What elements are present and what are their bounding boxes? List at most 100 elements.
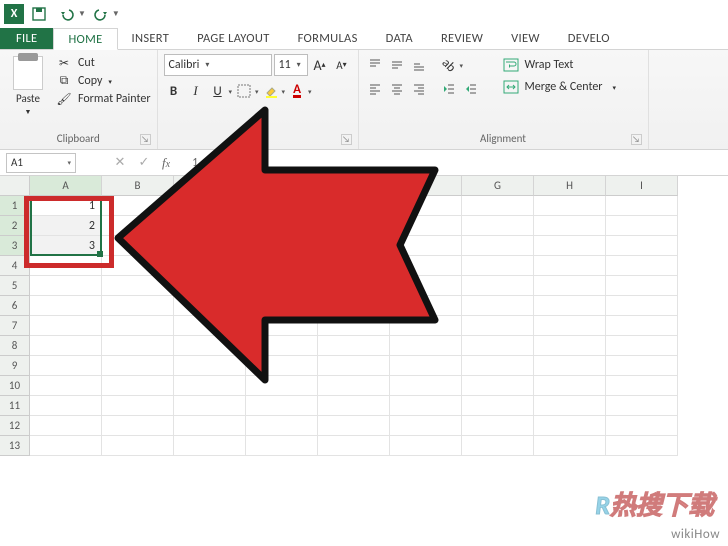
qat-customize-icon[interactable]: ▼ <box>112 9 120 19</box>
underline-button[interactable]: U <box>208 80 228 102</box>
tab-view[interactable]: VIEW <box>497 28 554 49</box>
fill-dropdown-icon[interactable]: ▾ <box>282 87 286 96</box>
align-center-button[interactable] <box>387 78 407 100</box>
row-header-6[interactable]: 6 <box>0 296 30 316</box>
row-header-2[interactable]: 2 <box>0 216 30 236</box>
wrap-text-button[interactable]: Wrap Text <box>497 54 623 76</box>
align-bottom-button[interactable] <box>409 54 429 76</box>
cell-A7[interactable] <box>30 316 102 336</box>
cell-H2[interactable] <box>534 216 606 236</box>
name-box[interactable]: A1 ▾ <box>6 153 76 173</box>
cell-B2[interactable] <box>102 216 174 236</box>
save-icon[interactable] <box>26 2 52 26</box>
cell-A12[interactable] <box>30 416 102 436</box>
fx-icon[interactable]: fx <box>162 155 170 171</box>
increase-indent-button[interactable] <box>461 78 481 100</box>
cell-F3[interactable] <box>390 236 462 256</box>
font-size-combo[interactable]: 11▾ <box>274 54 308 76</box>
align-top-button[interactable] <box>365 54 385 76</box>
undo-icon[interactable] <box>54 2 80 26</box>
cell-A10[interactable] <box>30 376 102 396</box>
select-all-corner[interactable] <box>0 176 30 196</box>
cell-A6[interactable] <box>30 296 102 316</box>
col-header-D[interactable]: D <box>246 176 318 196</box>
cell-A13[interactable] <box>30 436 102 456</box>
tab-formulas[interactable]: FORMULAS <box>284 28 372 49</box>
worksheet-grid[interactable]: 1 2 3 4 5 6 7 8 9 10 11 12 13 A B C D E … <box>0 176 728 456</box>
cell-G3[interactable] <box>462 236 534 256</box>
col-header-H[interactable]: H <box>534 176 606 196</box>
italic-button[interactable]: I <box>186 80 206 102</box>
cell-A3[interactable]: 3 <box>30 236 102 256</box>
enter-formula-button[interactable]: ✓ <box>134 153 154 173</box>
col-header-A[interactable]: A <box>30 176 102 196</box>
tab-page-layout[interactable]: PAGE LAYOUT <box>183 28 283 49</box>
copy-button[interactable]: ⧉ Copy ▾ <box>56 74 151 88</box>
undo-dropdown-icon[interactable]: ▼ <box>78 9 86 19</box>
tab-data[interactable]: DATA <box>372 28 427 49</box>
cell-C3[interactable] <box>174 236 246 256</box>
clipboard-dialog-launcher-icon[interactable]: ↘ <box>140 134 151 145</box>
cell-D3[interactable] <box>246 236 318 256</box>
align-left-button[interactable] <box>365 78 385 100</box>
cell-H3[interactable] <box>534 236 606 256</box>
cell-A8[interactable] <box>30 336 102 356</box>
row-header-13[interactable]: 13 <box>0 436 30 456</box>
row-header-4[interactable]: 4 <box>0 256 30 276</box>
row-header-9[interactable]: 9 <box>0 356 30 376</box>
decrease-font-button[interactable]: A▾ <box>332 54 352 76</box>
font-color-button[interactable]: A <box>287 80 307 102</box>
merge-dropdown-icon[interactable]: ▾ <box>613 83 617 92</box>
cell-H1[interactable] <box>534 196 606 216</box>
row-header-10[interactable]: 10 <box>0 376 30 396</box>
cell-I3[interactable] <box>606 236 678 256</box>
cell-D1[interactable] <box>246 196 318 216</box>
borders-dropdown-icon[interactable]: ▾ <box>255 87 259 96</box>
borders-button[interactable] <box>234 80 254 102</box>
cell-A1[interactable]: 1 <box>30 196 102 216</box>
col-header-E[interactable]: E <box>318 176 390 196</box>
cell-A11[interactable] <box>30 396 102 416</box>
row-header-5[interactable]: 5 <box>0 276 30 296</box>
copy-dropdown-icon[interactable]: ▾ <box>108 77 112 86</box>
cell-E2[interactable] <box>318 216 390 236</box>
tab-file[interactable]: FILE <box>0 28 53 49</box>
underline-dropdown-icon[interactable]: ▾ <box>229 87 233 96</box>
row-header-7[interactable]: 7 <box>0 316 30 336</box>
cell-B3[interactable] <box>102 236 174 256</box>
format-painter-button[interactable]: 🖌 Format Painter <box>56 92 151 106</box>
tab-home[interactable]: HOME <box>53 28 117 50</box>
font-dialog-launcher-icon[interactable]: ↘ <box>341 134 352 145</box>
tab-review[interactable]: REVIEW <box>427 28 497 49</box>
cell-F2[interactable] <box>390 216 462 236</box>
cell-E1[interactable] <box>318 196 390 216</box>
cell-C1[interactable] <box>174 196 246 216</box>
fontcolor-dropdown-icon[interactable]: ▾ <box>308 87 312 96</box>
decrease-indent-button[interactable] <box>439 78 459 100</box>
row-header-8[interactable]: 8 <box>0 336 30 356</box>
align-right-button[interactable] <box>409 78 429 100</box>
cell-G2[interactable] <box>462 216 534 236</box>
formula-value[interactable]: 1 <box>192 156 198 170</box>
tab-developer[interactable]: DEVELO <box>554 28 624 49</box>
col-header-B[interactable]: B <box>102 176 174 196</box>
col-header-C[interactable]: C <box>174 176 246 196</box>
col-header-F[interactable]: F <box>390 176 462 196</box>
cell-I2[interactable] <box>606 216 678 236</box>
col-header-G[interactable]: G <box>462 176 534 196</box>
cell-C2[interactable] <box>174 216 246 236</box>
orientation-dropdown-icon[interactable]: ▾ <box>460 61 464 70</box>
bold-button[interactable]: B <box>164 80 184 102</box>
orientation-button[interactable]: ab <box>439 54 459 76</box>
cell-E3[interactable] <box>318 236 390 256</box>
increase-font-button[interactable]: A▴ <box>310 54 330 76</box>
align-middle-button[interactable] <box>387 54 407 76</box>
row-header-3[interactable]: 3 <box>0 236 30 256</box>
row-header-11[interactable]: 11 <box>0 396 30 416</box>
alignment-dialog-launcher-icon[interactable]: ↘ <box>631 134 642 145</box>
cell-A9[interactable] <box>30 356 102 376</box>
redo-icon[interactable] <box>88 2 114 26</box>
paste-dropdown-icon[interactable]: ▼ <box>25 107 32 116</box>
fill-color-button[interactable] <box>261 80 281 102</box>
cell-I1[interactable] <box>606 196 678 216</box>
